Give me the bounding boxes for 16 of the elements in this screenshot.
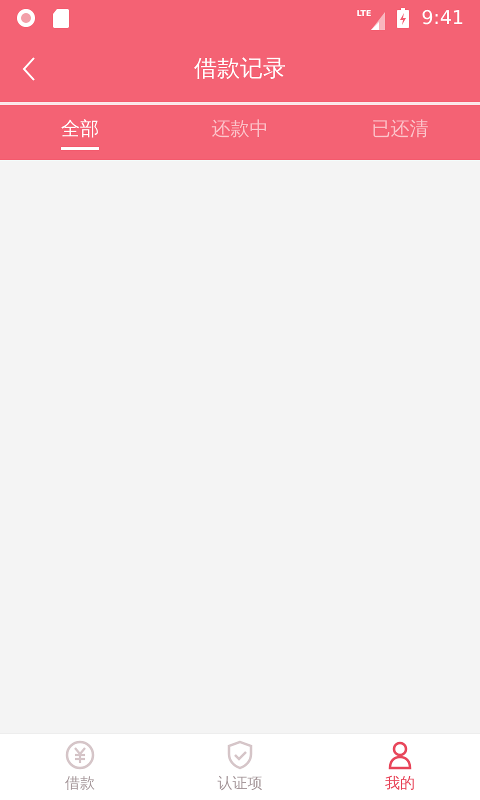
page-title: 借款记录 <box>194 54 286 84</box>
nav-tab[interactable]: 认证项 <box>160 734 320 800</box>
back-icon[interactable] <box>22 57 36 81</box>
record-icon <box>16 8 36 28</box>
tab[interactable]: 全部 <box>0 105 160 160</box>
battery-icon <box>397 8 410 28</box>
shield-check-icon <box>225 740 255 770</box>
yuan-coin-icon <box>65 740 95 770</box>
nav-tab[interactable]: 我的 <box>320 734 480 800</box>
nav-tab[interactable]: 借款 <box>0 734 160 800</box>
sd-card-icon <box>52 8 70 28</box>
clock: 9:41 <box>421 6 464 31</box>
tab[interactable]: 已还清 <box>320 105 480 160</box>
tab[interactable]: 还款中 <box>160 105 320 160</box>
signal-icon <box>371 12 386 30</box>
network-label: LTE <box>356 10 372 18</box>
